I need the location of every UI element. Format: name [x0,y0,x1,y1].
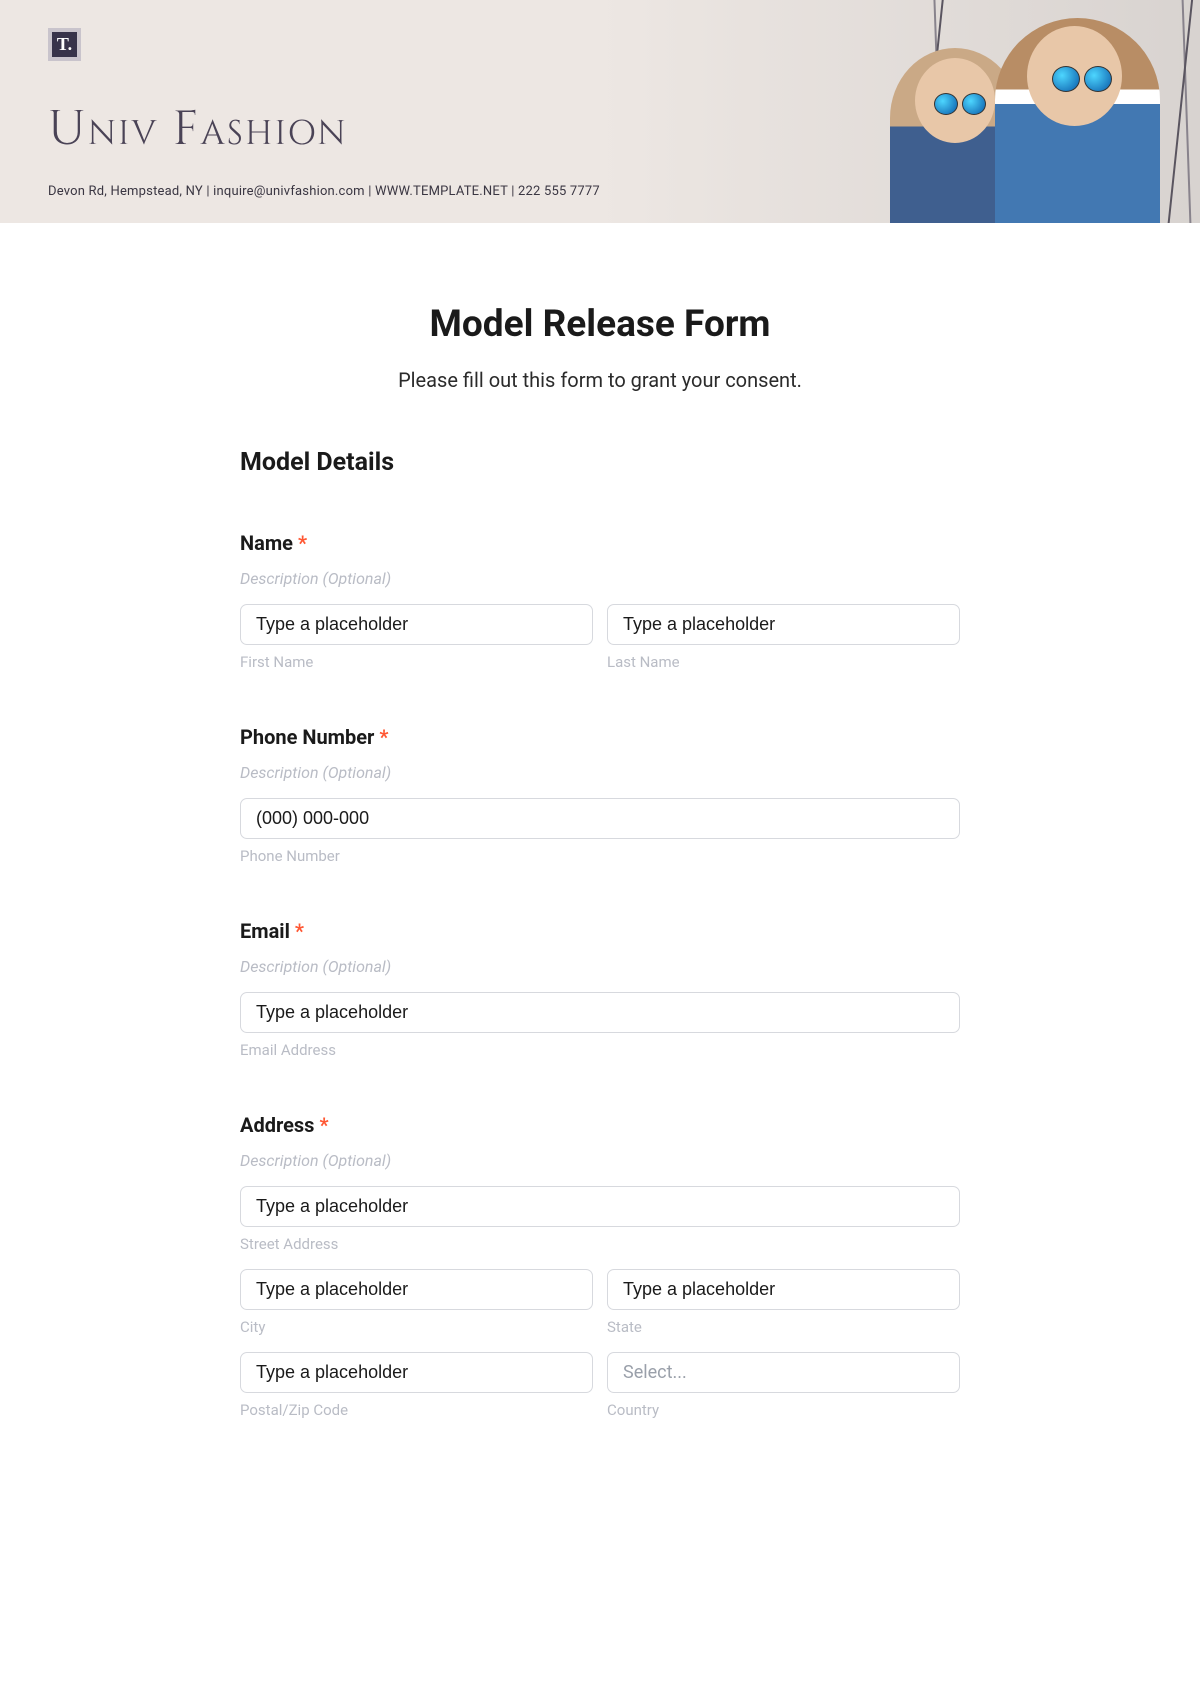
label-email: Email * [240,919,960,943]
email-input[interactable] [240,992,960,1033]
sublabel-street: Street Address [240,1235,960,1253]
city-input[interactable] [240,1269,593,1310]
label-phone: Phone Number * [240,725,960,749]
field-name: Name * Description (Optional) First Name… [240,531,960,671]
label-email-text: Email [240,919,290,943]
required-mark: * [379,725,388,749]
form-subtitle: Please fill out this form to grant your … [240,368,960,392]
hero-image [880,13,1180,223]
state-input[interactable] [607,1269,960,1310]
field-address: Address * Description (Optional) Street … [240,1113,960,1419]
last-name-input[interactable] [607,604,960,645]
description-phone[interactable]: Description (Optional) [240,763,960,782]
sublabel-phone: Phone Number [240,847,960,865]
phone-input[interactable] [240,798,960,839]
sublabel-last-name: Last Name [607,653,960,671]
label-address: Address * [240,1113,960,1137]
label-phone-text: Phone Number [240,725,374,749]
field-email: Email * Description (Optional) Email Add… [240,919,960,1059]
first-name-input[interactable] [240,604,593,645]
description-name[interactable]: Description (Optional) [240,569,960,588]
sublabel-first-name: First Name [240,653,593,671]
field-phone: Phone Number * Description (Optional) Ph… [240,725,960,865]
label-name: Name * [240,531,960,555]
street-input[interactable] [240,1186,960,1227]
label-name-text: Name [240,531,293,555]
logo-badge: T. [48,28,81,61]
description-email[interactable]: Description (Optional) [240,957,960,976]
letterhead: T. Univ Fashion Devon Rd, Hempstead, NY … [0,0,1200,223]
label-address-text: Address [240,1113,314,1137]
description-address[interactable]: Description (Optional) [240,1151,960,1170]
country-select[interactable]: Select... [607,1352,960,1393]
form-content: Model Release Form Please fill out this … [190,223,1010,1419]
sublabel-city: City [240,1318,593,1336]
section-heading-model-details: Model Details [240,448,960,477]
required-mark: * [319,1113,328,1137]
postal-input[interactable] [240,1352,593,1393]
sublabel-postal: Postal/Zip Code [240,1401,593,1419]
sublabel-state: State [607,1318,960,1336]
required-mark: * [298,531,307,555]
form-title: Model Release Form [240,303,960,346]
sublabel-country: Country [607,1401,960,1419]
required-mark: * [295,919,304,943]
sublabel-email: Email Address [240,1041,960,1059]
